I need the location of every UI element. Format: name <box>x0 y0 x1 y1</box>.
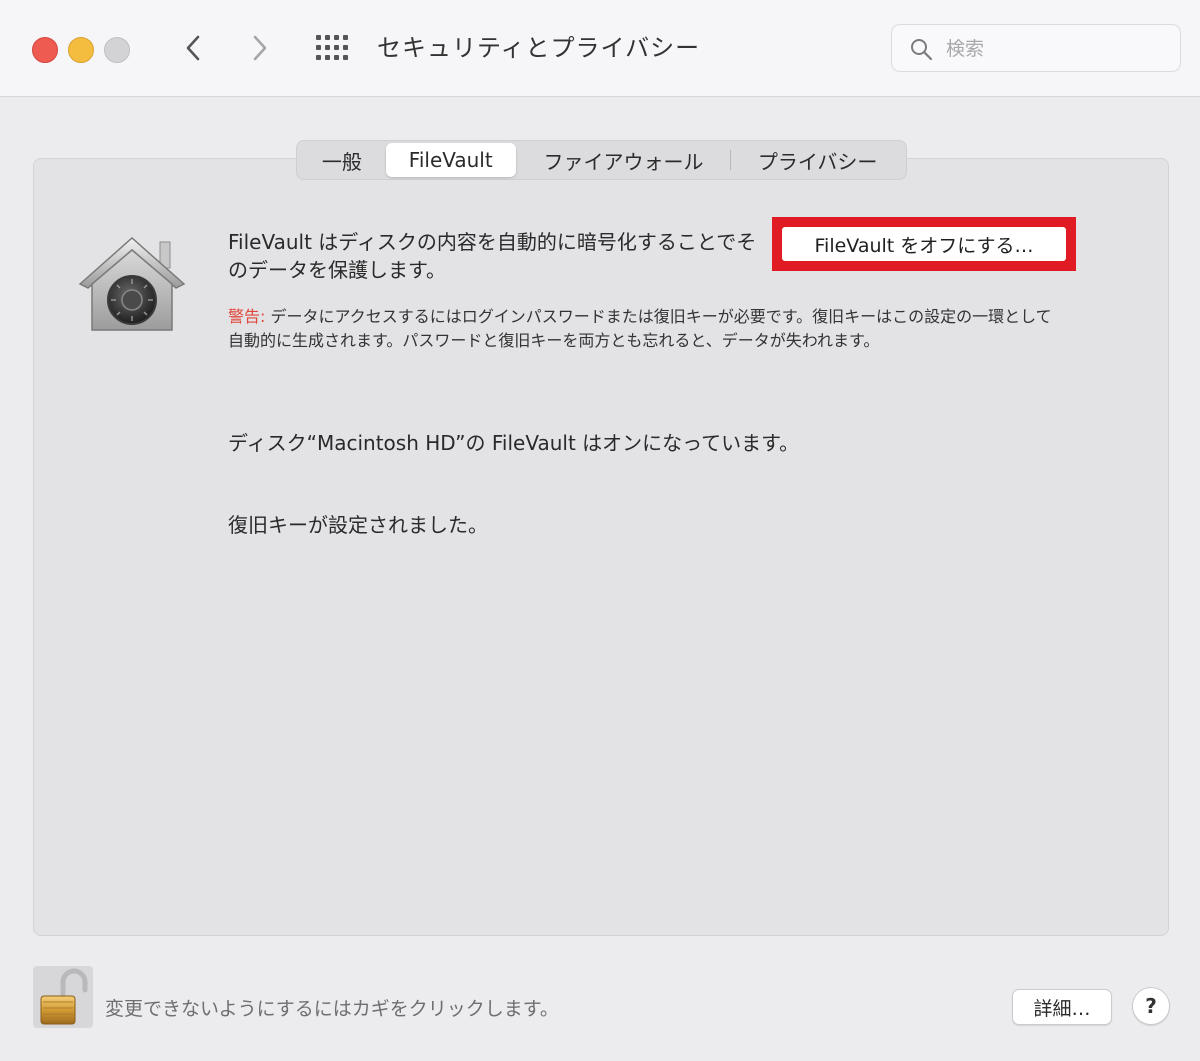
disk-status-text: ディスク“Macintosh HD”の FileVault はオンになっています… <box>228 431 800 455</box>
zoom-window-button[interactable] <box>104 37 130 63</box>
back-button[interactable] <box>176 30 212 66</box>
tab-filevault[interactable]: FileVault <box>385 143 516 177</box>
close-window-button[interactable] <box>32 37 58 63</box>
lock-instruction-text: 変更できないようにするにはカギをクリックします。 <box>105 998 559 1020</box>
search-field[interactable] <box>891 24 1181 72</box>
turn-off-filevault-label: FileVault をオフにする… <box>782 227 1066 261</box>
show-all-button[interactable] <box>314 33 350 63</box>
details-button[interactable]: 詳細… <box>1012 989 1112 1025</box>
unlocked-padlock-icon[interactable] <box>33 966 93 1028</box>
window-title: セキュリティとプライバシー <box>377 34 701 62</box>
chevron-right-icon <box>253 35 267 61</box>
filevault-description: FileVault はディスクの内容を自動的に暗号化することでそのデータを保護し… <box>228 230 757 282</box>
help-button[interactable]: ? <box>1132 987 1170 1025</box>
forward-button[interactable] <box>242 30 278 66</box>
warning-message: 警告: データにアクセスするにはログインパスワードまたは復旧キーが必要です。復旧… <box>228 305 1058 353</box>
warning-text: データにアクセスするにはログインパスワードまたは復旧キーが必要です。復旧キーはこ… <box>228 307 1052 350</box>
filevault-house-icon <box>78 236 186 331</box>
minimize-window-button[interactable] <box>68 37 94 63</box>
title-bar: セキュリティとプライバシー <box>0 0 1200 97</box>
turn-off-filevault-button[interactable]: FileVault をオフにする… <box>772 217 1076 271</box>
recovery-key-status-text: 復旧キーが設定されました。 <box>228 513 488 537</box>
search-input[interactable] <box>944 33 1168 65</box>
warning-label: 警告: <box>228 307 266 326</box>
magnifier-icon <box>911 39 933 61</box>
grid-icon <box>316 35 348 60</box>
tab-firewall[interactable]: ファイアウォール <box>517 143 731 177</box>
tab-privacy[interactable]: プライバシー <box>731 143 904 177</box>
tab-bar: 一般 FileVault ファイアウォール プライバシー <box>296 140 907 180</box>
chevron-left-icon <box>186 35 200 61</box>
tab-general[interactable]: 一般 <box>299 143 385 177</box>
